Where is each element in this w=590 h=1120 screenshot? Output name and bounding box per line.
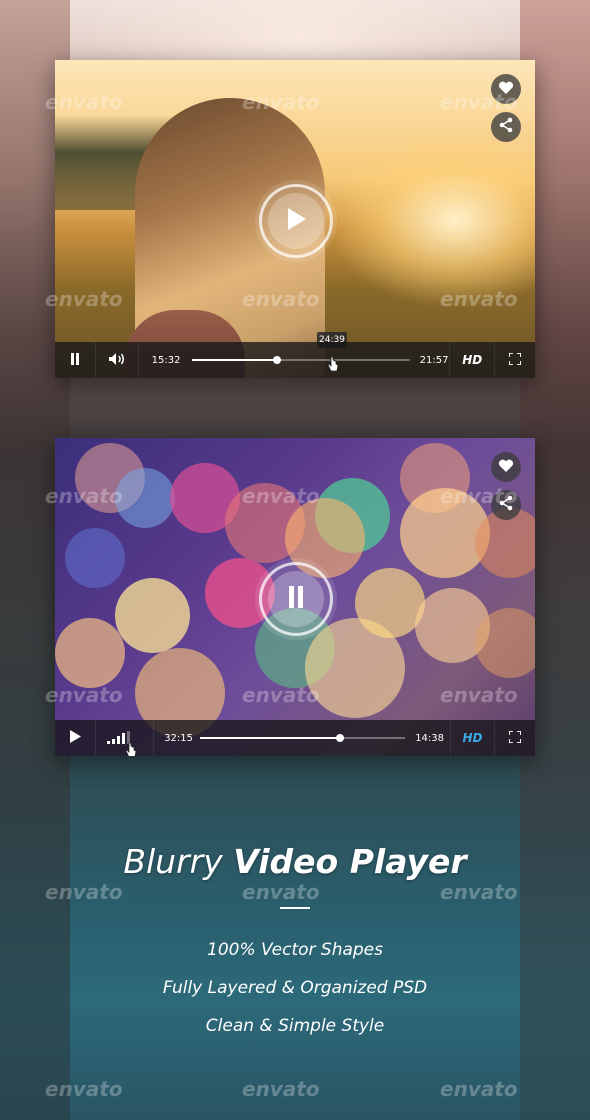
play-button[interactable] xyxy=(55,720,96,756)
big-pause-button[interactable] xyxy=(259,562,333,636)
fullscreen-icon xyxy=(508,729,523,746)
watermark: envato xyxy=(242,90,320,114)
cursor-icon xyxy=(125,742,137,756)
total-time: 21:57 xyxy=(419,354,449,366)
pause-icon xyxy=(70,352,80,368)
progress-handle[interactable] xyxy=(272,356,281,364)
share-icon xyxy=(498,117,514,137)
cursor-icon xyxy=(327,356,339,376)
share-button[interactable] xyxy=(491,112,521,142)
control-bar: 15:32 21:57 HD xyxy=(55,342,535,378)
play-icon xyxy=(285,207,307,235)
watermark: envato xyxy=(242,484,320,508)
fullscreen-icon xyxy=(508,351,522,368)
watermark: envato xyxy=(242,287,320,311)
watermark: envato xyxy=(45,683,123,707)
watermark: envato xyxy=(440,683,518,707)
hd-label: HD xyxy=(462,353,483,367)
headline-light: Blurry xyxy=(123,842,223,881)
watermark: envato xyxy=(440,287,518,311)
progress-fill xyxy=(191,359,277,361)
hd-label: HD xyxy=(462,731,483,745)
watermark: envato xyxy=(440,90,518,114)
watermark: envato xyxy=(440,484,518,508)
big-play-button[interactable] xyxy=(259,184,333,258)
hd-toggle[interactable]: HD xyxy=(449,720,496,756)
pause-icon xyxy=(287,586,305,612)
watermark: envato xyxy=(242,1077,320,1101)
divider xyxy=(280,907,310,909)
headline: Blurry Video Player xyxy=(0,842,590,881)
progress-handle[interactable] xyxy=(335,734,344,742)
progress-track[interactable] xyxy=(191,356,410,364)
progress-fill xyxy=(200,737,340,739)
feature-3: Clean & Simple Style xyxy=(205,1016,385,1036)
play-icon xyxy=(69,730,81,746)
progress-track[interactable] xyxy=(200,734,406,742)
watermark: envato xyxy=(440,880,518,904)
current-time: 15:32 xyxy=(151,354,181,366)
pause-button[interactable] xyxy=(55,342,96,378)
watermark: envato xyxy=(242,880,320,904)
volume-icon xyxy=(108,352,126,369)
current-time: 32:15 xyxy=(164,732,194,744)
heart-icon xyxy=(498,458,514,477)
watermark: envato xyxy=(45,90,123,114)
total-time: 14:38 xyxy=(415,732,445,744)
feature-1: 100% Vector Shapes xyxy=(207,940,383,960)
hd-toggle[interactable]: HD xyxy=(449,342,496,378)
watermark: envato xyxy=(242,683,320,707)
fullscreen-button[interactable] xyxy=(495,720,535,756)
feature-2: Fully Layered & Organized PSD xyxy=(162,978,428,998)
fullscreen-button[interactable] xyxy=(495,342,535,378)
watermark: envato xyxy=(440,1077,518,1101)
like-button[interactable] xyxy=(491,452,521,482)
watermark: envato xyxy=(45,1077,123,1101)
watermark: envato xyxy=(45,880,123,904)
volume-button[interactable] xyxy=(96,342,139,378)
headline-bold: Video Player xyxy=(233,842,467,881)
watermark: envato xyxy=(45,287,123,311)
watermark: envato xyxy=(45,484,123,508)
